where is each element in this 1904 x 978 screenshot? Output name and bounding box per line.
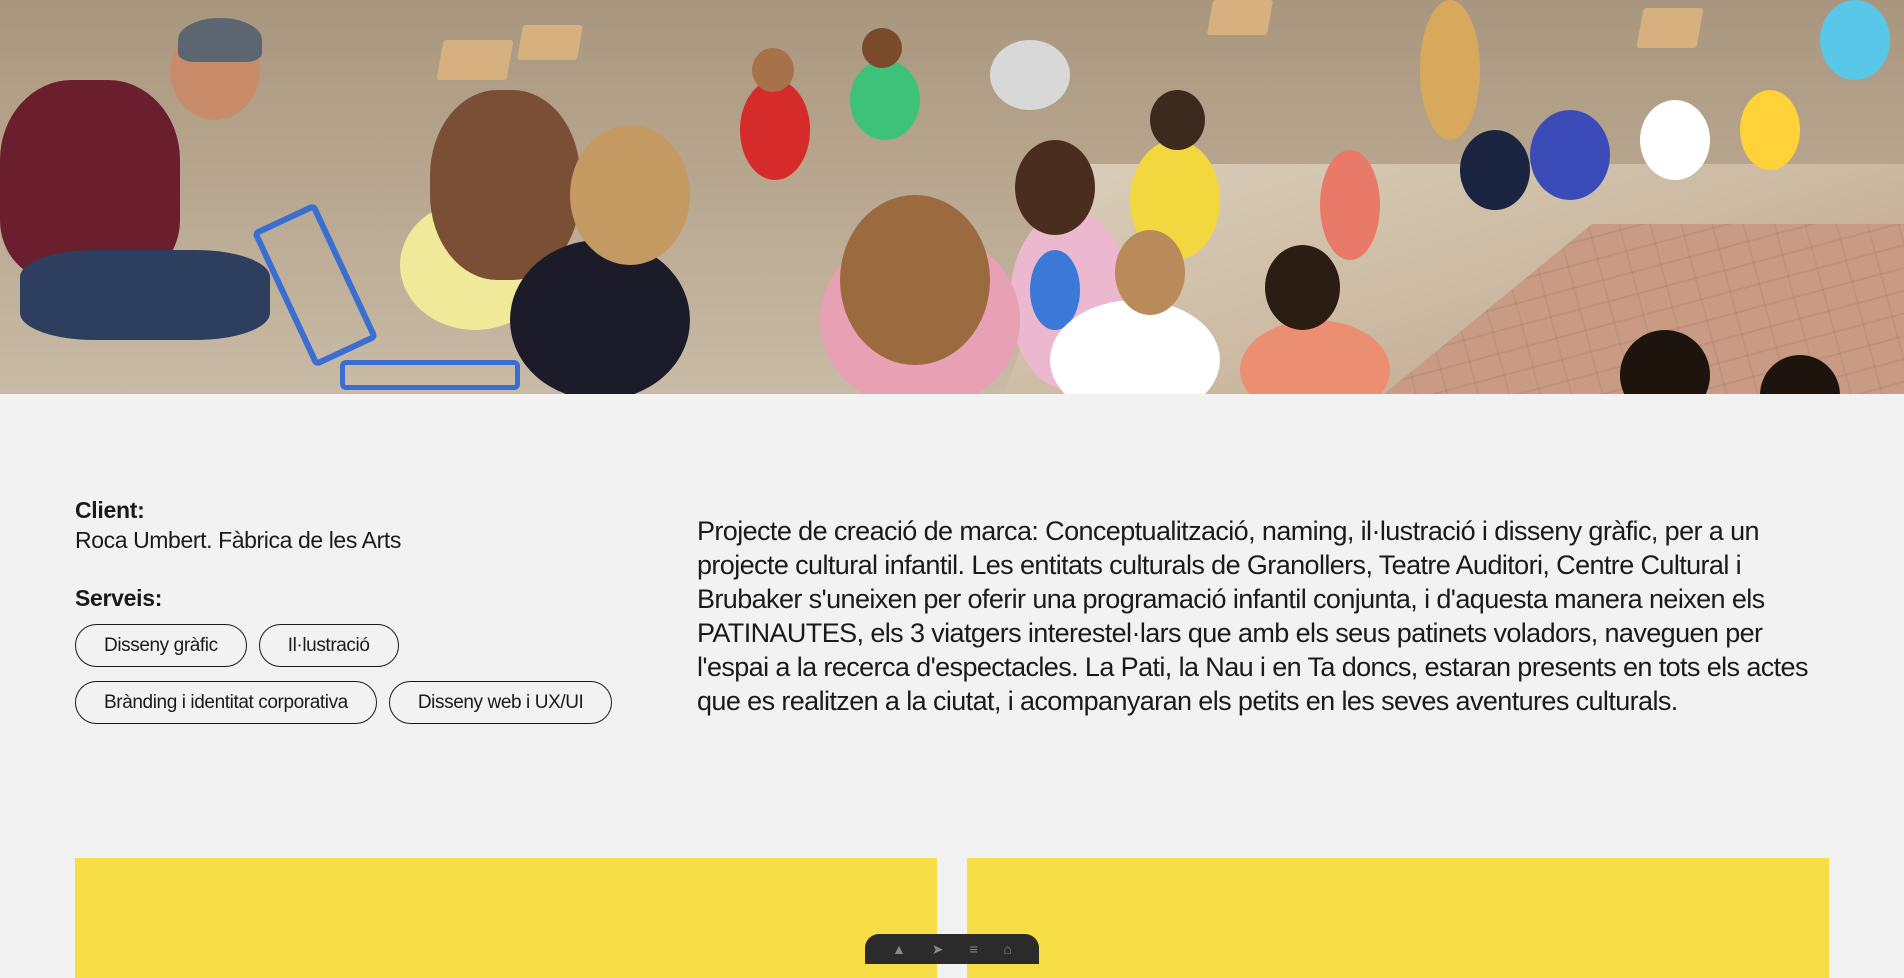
person	[1820, 0, 1890, 80]
person	[20, 250, 270, 340]
arrow-icon[interactable]: ➤	[932, 942, 944, 956]
person	[1320, 150, 1380, 260]
project-meta: Client: Roca Umbert. Fàbrica de les Arts…	[75, 496, 675, 738]
service-tag-disseny-grafic[interactable]: Disseny gràfic	[75, 624, 247, 667]
project-description: Projecte de creació de marca: Conceptual…	[697, 516, 1808, 716]
person-head	[840, 195, 990, 365]
person-head	[570, 125, 690, 265]
project-section: Client: Roca Umbert. Fàbrica de les Arts…	[0, 394, 1904, 978]
person	[1460, 130, 1530, 210]
person	[850, 60, 920, 140]
services-label: Serveis:	[75, 585, 163, 611]
deckchair	[1206, 0, 1274, 35]
service-tag-disseny-web[interactable]: Disseny web i UX/UI	[388, 681, 613, 724]
person	[740, 80, 810, 180]
person-head	[1265, 245, 1340, 330]
gallery-card-right[interactable]	[967, 858, 1829, 978]
deckchair	[516, 25, 584, 60]
cap	[178, 18, 262, 62]
person-head	[1015, 140, 1095, 235]
client-value: Roca Umbert. Fàbrica de les Arts	[75, 527, 401, 553]
person-head	[1150, 90, 1205, 150]
person	[1640, 100, 1710, 180]
person	[1740, 90, 1800, 170]
client-label: Client:	[75, 497, 145, 523]
person	[1420, 0, 1480, 140]
person	[1530, 110, 1610, 200]
tag-row: Disseny gràfic Il·lustració	[75, 624, 675, 667]
service-tag-illustracio[interactable]: Il·lustració	[258, 624, 399, 667]
deckchair	[436, 40, 514, 80]
gallery-card-left[interactable]	[75, 858, 937, 978]
pointer-icon[interactable]: ▲	[892, 942, 906, 956]
person	[990, 40, 1070, 110]
deckchair	[1636, 8, 1704, 48]
hero-image	[0, 0, 1904, 394]
chair	[251, 202, 379, 368]
service-tag-branding[interactable]: Brànding i identitat corporativa	[75, 681, 377, 724]
list-icon[interactable]: ≡	[969, 942, 977, 956]
floating-toolbar: ▲ ➤ ≡ ⌂	[865, 934, 1039, 964]
home-icon[interactable]: ⌂	[1004, 942, 1012, 956]
chair	[340, 360, 520, 390]
person	[510, 240, 690, 394]
person-head	[752, 48, 794, 92]
services-tags: Disseny gràfic Il·lustració Brànding i i…	[75, 624, 675, 724]
person-head	[1115, 230, 1185, 315]
person-head	[862, 28, 902, 68]
tag-row: Brànding i identitat corporativa Disseny…	[75, 681, 675, 724]
